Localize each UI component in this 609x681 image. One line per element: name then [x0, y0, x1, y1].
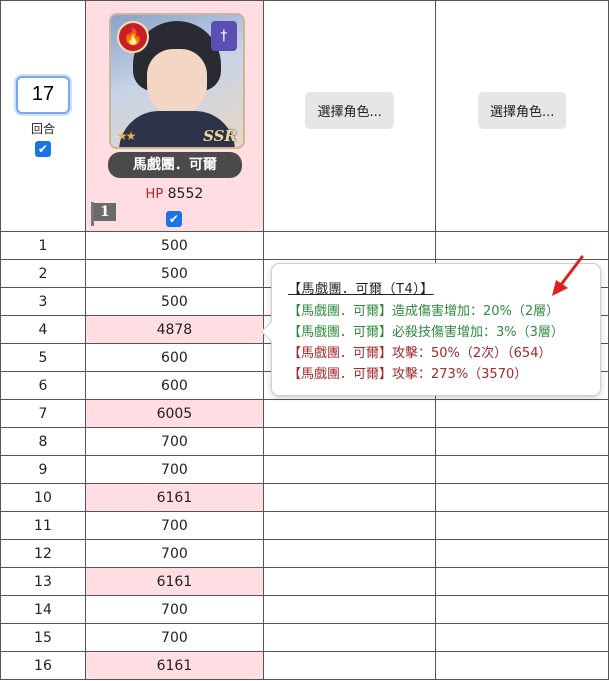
header-row: 回合 ✔ 🔥 † ★★ SSR 馬戲團．可爾 HP 8552: [0, 0, 609, 232]
round-number: 11: [0, 511, 86, 540]
round-number: 8: [0, 427, 86, 456]
damage-value[interactable]: 600: [84, 371, 264, 400]
hp-label: HP: [145, 187, 164, 202]
empty-cell: [435, 539, 609, 568]
empty-cell: [262, 483, 437, 512]
select-character-button[interactable]: 選擇角色...: [478, 91, 567, 129]
empty-cell: [262, 539, 437, 568]
empty-cell: [262, 651, 437, 680]
damage-value[interactable]: 700: [84, 623, 264, 652]
empty-cell: [435, 455, 609, 484]
empty-cell: [262, 455, 437, 484]
hero-slot-2: 選擇角色...: [262, 0, 437, 232]
damage-value[interactable]: 700: [84, 595, 264, 624]
damage-value[interactable]: 6161: [84, 483, 264, 512]
hero-slot-1[interactable]: 🔥 † ★★ SSR 馬戲團．可爾 HP 8552 1 ✔: [84, 0, 264, 232]
round-number: 6: [0, 371, 86, 400]
star-rating: ★★: [116, 129, 136, 143]
table-row: 8 700: [0, 427, 609, 456]
table-row: 11 700: [0, 511, 609, 540]
round-number: 7: [0, 399, 86, 428]
damage-value[interactable]: 6161: [84, 651, 264, 680]
damage-value[interactable]: 6005: [84, 399, 264, 428]
fire-icon: 🔥: [116, 21, 149, 53]
damage-value[interactable]: 500: [84, 231, 264, 260]
slot-number: 1: [93, 203, 116, 221]
hero-portrait[interactable]: 🔥 † ★★ SSR: [108, 13, 245, 149]
empty-cell: [262, 511, 437, 540]
round-number: 13: [0, 567, 86, 596]
hero-hp: HP 8552: [86, 186, 263, 202]
round-number: 14: [0, 595, 86, 624]
damage-value[interactable]: 500: [84, 259, 264, 288]
empty-cell: [262, 595, 437, 624]
empty-cell: [435, 427, 609, 456]
round-number: 2: [0, 259, 86, 288]
table-row: 13 6161: [0, 567, 609, 596]
round-number: 12: [0, 539, 86, 568]
round-number: 16: [0, 651, 86, 680]
flag-icon: 1: [90, 202, 117, 226]
damage-value[interactable]: 6161: [84, 567, 264, 596]
rarity-badge: SSR: [203, 127, 237, 145]
round-number: 5: [0, 343, 86, 372]
empty-cell: [262, 427, 437, 456]
tooltip-line: 【馬戲團．可爾】攻擊：273%（3570）: [288, 367, 528, 382]
table-row: 15 700: [0, 623, 609, 652]
hero-card: 🔥 † ★★ SSR 馬戲團．可爾 HP 8552 1 ✔: [86, 1, 263, 231]
table-row: 14 700: [0, 595, 609, 624]
table-row: 7 6005: [0, 399, 609, 428]
round-number: 4: [0, 315, 86, 344]
round-label: 回合: [30, 121, 55, 136]
hero-slot-3: 選擇角色...: [435, 0, 609, 232]
damage-value[interactable]: 700: [84, 511, 264, 540]
table-row: 1 500: [0, 231, 609, 260]
table-row: 12 700: [0, 539, 609, 568]
table-row: 16 6161: [0, 651, 609, 680]
damage-value[interactable]: 4878: [84, 315, 264, 344]
hero-name: 馬戲團．可爾: [107, 152, 242, 178]
table-row: 10 6161: [0, 483, 609, 512]
round-number: 9: [0, 455, 86, 484]
damage-value[interactable]: 700: [84, 455, 264, 484]
empty-cell: [262, 567, 437, 596]
select-character-button[interactable]: 選擇角色...: [305, 91, 394, 129]
tooltip-line: 【馬戲團．可爾】攻擊：50%（2次）（654）: [288, 346, 552, 361]
damage-value[interactable]: 700: [84, 427, 264, 456]
tooltip-line: 【馬戲團．可爾】造成傷害增加：20%（2層）: [288, 304, 560, 319]
empty-cell: [262, 399, 437, 428]
empty-cell: [262, 231, 437, 260]
round-number: 3: [0, 287, 86, 316]
empty-cell: [435, 595, 609, 624]
round-number: 1: [0, 231, 86, 260]
hp-value: 8552: [167, 186, 204, 202]
round-cell: 回合 ✔: [0, 0, 86, 232]
round-number: 10: [0, 483, 86, 512]
damage-value[interactable]: 500: [84, 287, 264, 316]
empty-cell: [435, 567, 609, 596]
empty-cell: [435, 511, 609, 540]
sword-icon: †: [210, 21, 237, 51]
empty-cell: [435, 623, 609, 652]
empty-cell: [262, 623, 437, 652]
empty-cell: [435, 483, 609, 512]
round-input[interactable]: [15, 75, 70, 114]
table-row: 9 700: [0, 455, 609, 484]
round-checkbox[interactable]: ✔: [34, 140, 51, 157]
empty-cell: [435, 399, 609, 428]
round-number: 15: [0, 623, 86, 652]
annotation-arrow: [552, 255, 584, 296]
tooltip-line: 【馬戲團．可爾】必殺技傷害增加：3%（3層）: [288, 325, 564, 340]
damage-value[interactable]: 700: [84, 539, 264, 568]
empty-cell: [435, 651, 609, 680]
hero-checkbox[interactable]: ✔: [165, 211, 182, 227]
damage-value[interactable]: 600: [84, 343, 264, 372]
